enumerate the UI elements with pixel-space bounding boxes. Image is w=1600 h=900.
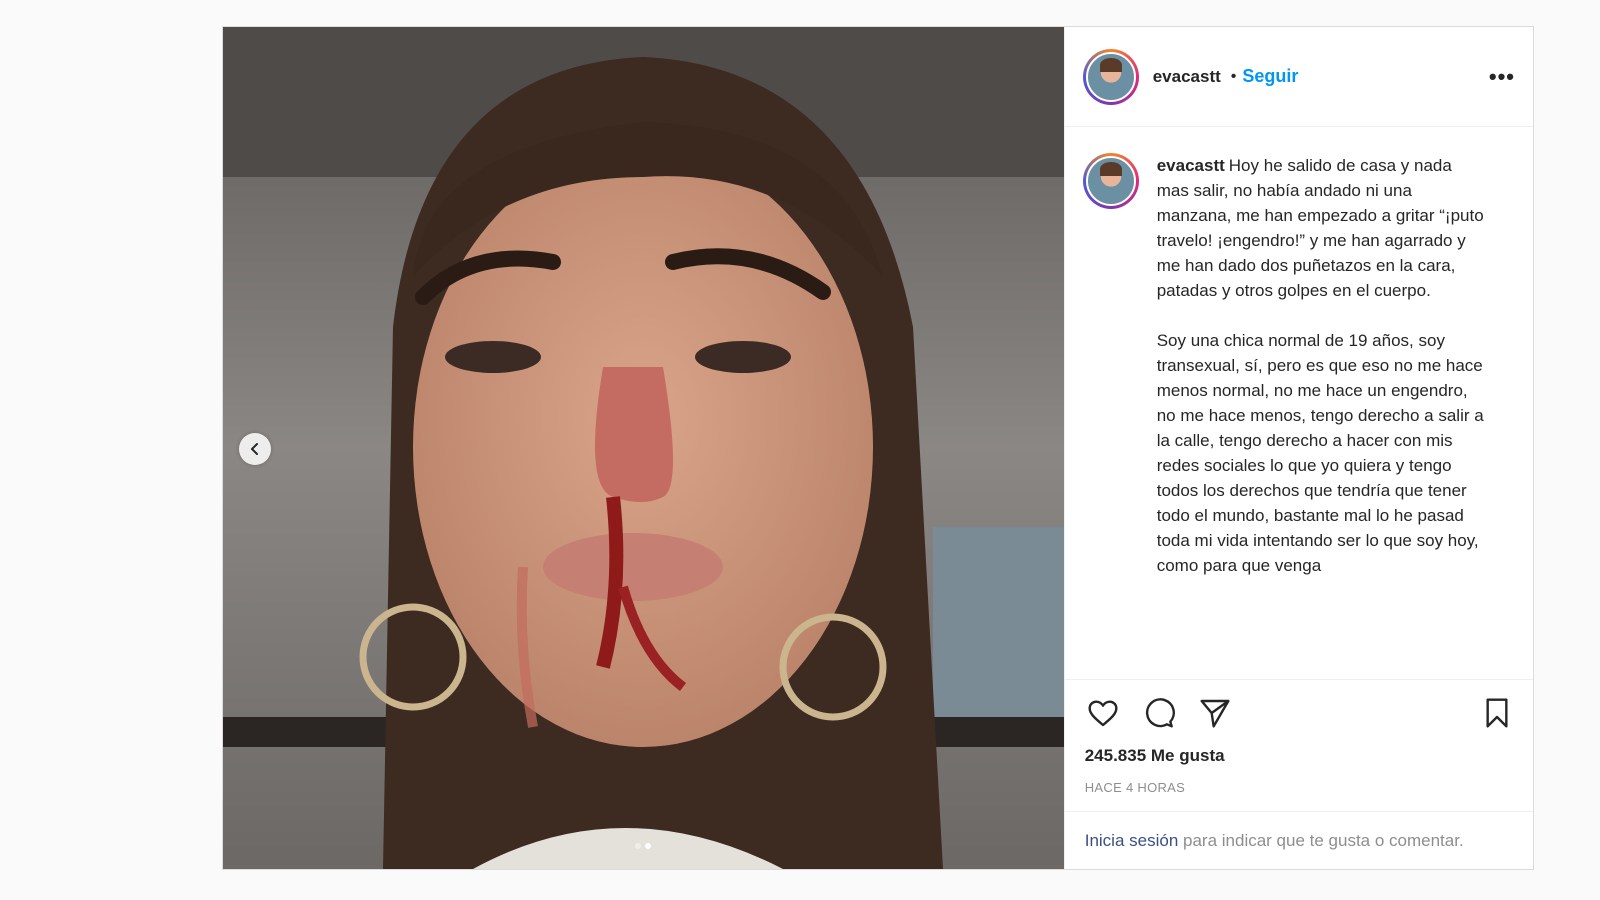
avatar[interactable] xyxy=(1082,48,1139,105)
caption-paragraph: Soy una chica normal de 19 años, soy tra… xyxy=(1156,331,1484,575)
caption-paragraph: evacastt Hoy he salido de casa y nada mas… xyxy=(1157,153,1487,303)
caption-avatar[interactable] xyxy=(1082,153,1139,209)
caption-username[interactable]: evacastt xyxy=(1157,156,1225,175)
comments-area[interactable]: evacastt Hoy he salido de casa y nada mas… xyxy=(1065,127,1533,679)
login-link[interactable]: Inicia sesión xyxy=(1085,831,1179,850)
carousel-prev-button[interactable] xyxy=(239,433,271,465)
carousel-dot xyxy=(635,843,642,849)
like-count[interactable]: 245.835 Me gusta xyxy=(1085,746,1515,766)
paper-plane-icon xyxy=(1200,699,1230,728)
post-actions: 245.835 Me gusta HACE 4 HORAS xyxy=(1064,679,1533,811)
login-prompt: Inicia sesión para indicar que te gusta … xyxy=(1064,811,1533,869)
carousel-indicator xyxy=(223,843,1064,849)
caption-text: Hoy he salido de casa y nada mas salir, … xyxy=(1156,156,1484,300)
header-username[interactable]: evacastt xyxy=(1153,67,1221,87)
login-prompt-text: para indicar que te gusta o comentar. xyxy=(1178,831,1464,850)
action-bar xyxy=(1085,694,1515,732)
post-media xyxy=(223,27,1064,869)
chevron-left-icon xyxy=(251,443,258,455)
post-photo xyxy=(223,27,1064,869)
caption: evacastt Hoy he salido de casa y nada mas… xyxy=(1157,153,1487,603)
follow-button[interactable]: Seguir xyxy=(1242,66,1298,87)
more-options-button[interactable]: ••• xyxy=(1489,64,1515,90)
heart-icon xyxy=(1088,700,1118,727)
post-header: evacastt • Seguir ••• xyxy=(1064,27,1533,127)
post-sidebar: evacastt • Seguir ••• evacastt Hoy he sal… xyxy=(1063,27,1533,869)
separator-dot: • xyxy=(1230,67,1237,85)
post-timestamp[interactable]: HACE 4 HORAS xyxy=(1085,780,1515,795)
bookmark-icon xyxy=(1486,698,1508,728)
comment-button[interactable] xyxy=(1141,695,1177,731)
save-button[interactable] xyxy=(1479,695,1515,731)
instagram-post: evacastt • Seguir ••• evacastt Hoy he sal… xyxy=(222,26,1534,870)
share-button[interactable] xyxy=(1197,695,1233,731)
like-button[interactable] xyxy=(1085,695,1121,731)
comment-icon xyxy=(1145,698,1175,728)
carousel-dot-active xyxy=(645,843,652,849)
